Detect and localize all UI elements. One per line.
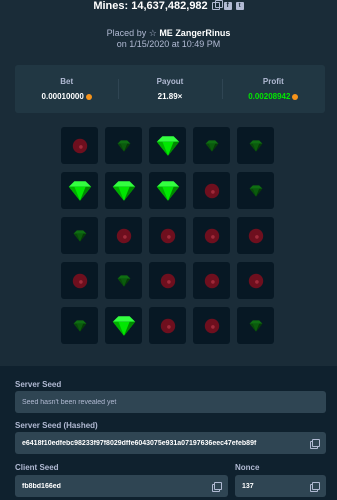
facebook-icon[interactable]: f: [223, 2, 232, 10]
mines-board: [61, 127, 274, 344]
profit-label: Profit: [262, 77, 284, 86]
board-tile[interactable]: [105, 217, 142, 254]
copy-icon[interactable]: [211, 0, 223, 10]
board-tile[interactable]: [193, 172, 230, 209]
server-seed-placeholder: Seed hasn't been revealed yet: [22, 398, 117, 406]
placed-by-info: Placed by ☆ ME ZangerRinus on 1/15/2020 …: [0, 28, 337, 50]
server-seed-hashed-field[interactable]: e6418f10edfebc98233f97f8029dffe6043075e9…: [15, 432, 326, 454]
game-header: Mines: 14,637,482,982 f t: [0, 0, 337, 12]
board-tile[interactable]: [105, 307, 142, 344]
bitcoin-icon: [85, 93, 92, 100]
profit-stat: Profit 0.00208942: [221, 65, 325, 113]
mine-icon: [159, 317, 177, 335]
gem-dim-icon: [116, 138, 132, 154]
client-seed-field[interactable]: fb8bd166ed: [15, 475, 228, 497]
board-tile[interactable]: [61, 262, 98, 299]
bet-label: Bet: [60, 77, 74, 86]
board-tile[interactable]: [61, 217, 98, 254]
nonce-field[interactable]: 137: [235, 475, 326, 497]
server-seed-hashed-label: Server Seed (Hashed): [15, 421, 98, 430]
username-link[interactable]: ME ZangerRinus: [159, 28, 230, 38]
gem-dim-icon: [248, 138, 264, 154]
server-seed-field[interactable]: Seed hasn't been revealed yet: [15, 391, 326, 413]
mine-icon: [159, 227, 177, 245]
board-tile[interactable]: [105, 172, 142, 209]
gem-dim-icon: [248, 318, 264, 334]
server-seed-label: Server Seed: [15, 380, 62, 389]
nonce-value: 137: [242, 482, 254, 490]
gem-dim-icon: [248, 183, 264, 199]
board-tile[interactable]: [61, 307, 98, 344]
payout-value: 21.89×: [157, 92, 183, 101]
bitcoin-icon: [292, 93, 299, 100]
mine-icon: [203, 272, 221, 290]
board-tile[interactable]: [105, 262, 142, 299]
mine-icon: [71, 272, 89, 290]
board-tile[interactable]: [193, 262, 230, 299]
gem-icon: [110, 177, 138, 205]
client-seed-value: fb8bd166ed: [22, 482, 61, 490]
gem-icon: [110, 312, 138, 340]
bet-stats-panel: Bet 0.00010000 Payout 21.89× Profit 0.00…: [15, 65, 325, 113]
board-tile[interactable]: [149, 262, 186, 299]
gem-dim-icon: [72, 228, 88, 244]
gem-icon: [154, 177, 182, 205]
board-tile[interactable]: [149, 217, 186, 254]
gem-icon: [66, 177, 94, 205]
board-tile[interactable]: [237, 127, 274, 164]
gem-dim-icon: [116, 273, 132, 289]
gem-dim-icon: [204, 138, 220, 154]
client-seed-label: Client Seed: [15, 463, 59, 472]
mine-icon: [247, 227, 265, 245]
mine-icon: [203, 227, 221, 245]
game-title: Mines: 14,637,482,982: [93, 0, 208, 12]
mine-icon: [203, 317, 221, 335]
board-tile[interactable]: [237, 307, 274, 344]
mine-icon: [159, 272, 177, 290]
board-tile[interactable]: [149, 307, 186, 344]
gem-dim-icon: [72, 318, 88, 334]
board-tile[interactable]: [193, 307, 230, 344]
server-seed-hashed-value: e6418f10edfebc98233f97f8029dffe6043075e9…: [22, 439, 257, 447]
profit-value: 0.00208942: [248, 92, 291, 101]
twitter-icon[interactable]: t: [235, 2, 244, 10]
copy-icon[interactable]: [309, 481, 320, 492]
mine-icon: [71, 137, 89, 155]
nonce-label: Nonce: [235, 463, 260, 472]
fairness-panel: Server Seed Seed hasn't been revealed ye…: [0, 366, 337, 500]
bet-stat: Bet 0.00010000: [15, 65, 118, 113]
mine-icon: [115, 227, 133, 245]
star-icon: ☆: [148, 28, 157, 38]
board-tile[interactable]: [237, 172, 274, 209]
board-tile[interactable]: [149, 127, 186, 164]
board-tile[interactable]: [237, 217, 274, 254]
placed-date: on 1/15/2020 at 10:49 PM: [116, 39, 221, 49]
copy-icon[interactable]: [309, 438, 320, 449]
payout-stat: Payout 21.89×: [118, 65, 221, 113]
board-tile[interactable]: [61, 127, 98, 164]
board-tile[interactable]: [149, 172, 186, 209]
placed-by-prefix: Placed by: [106, 28, 147, 38]
gem-icon: [154, 132, 182, 160]
mine-icon: [203, 182, 221, 200]
payout-label: Payout: [156, 77, 184, 86]
mine-icon: [247, 272, 265, 290]
bet-value: 0.00010000: [41, 92, 84, 101]
copy-icon[interactable]: [211, 481, 222, 492]
board-tile[interactable]: [193, 217, 230, 254]
board-tile[interactable]: [61, 172, 98, 209]
board-tile[interactable]: [105, 127, 142, 164]
board-tile[interactable]: [237, 262, 274, 299]
board-tile[interactable]: [193, 127, 230, 164]
